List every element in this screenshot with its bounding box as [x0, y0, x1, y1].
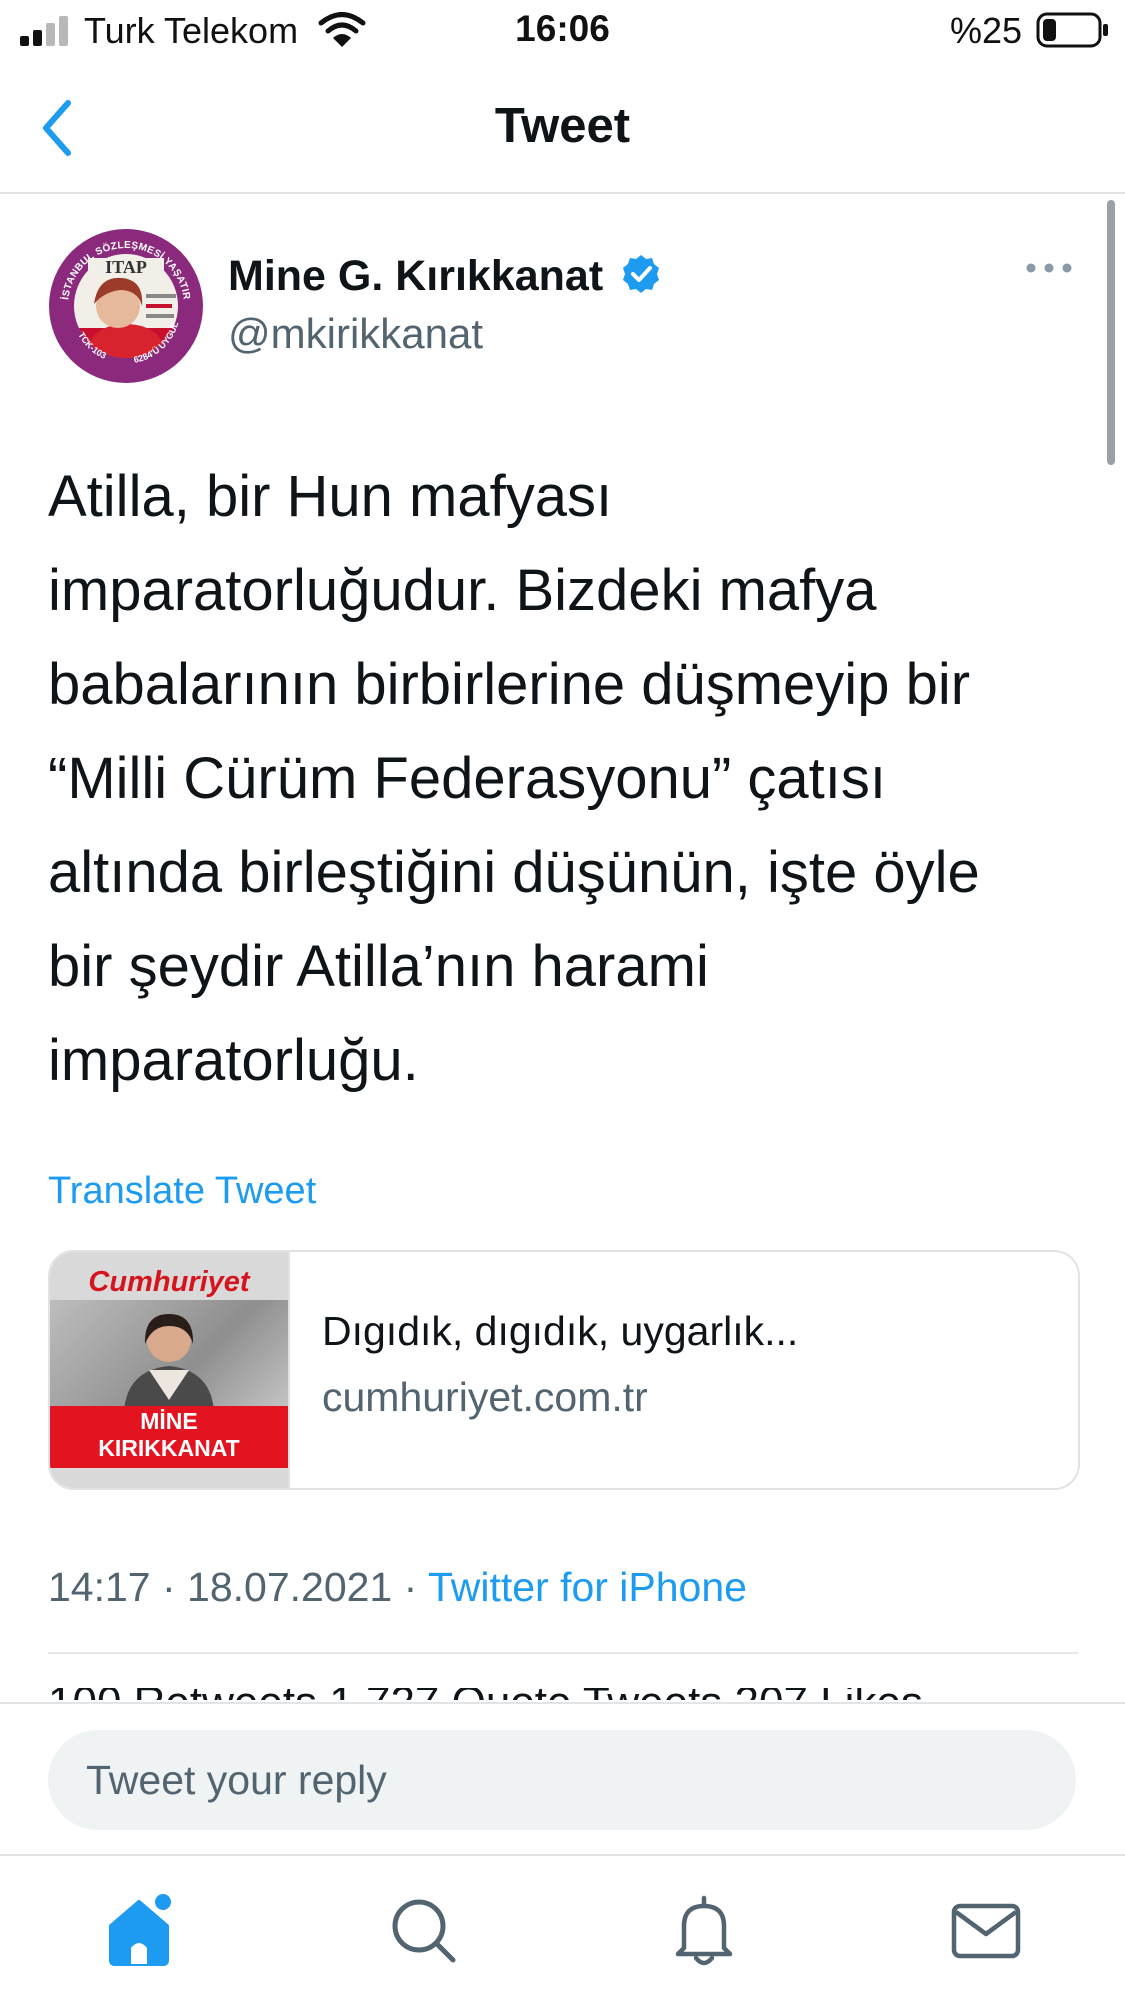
more-options-icon[interactable]	[1025, 258, 1073, 278]
thumbnail-caption-line1: MİNE	[140, 1408, 198, 1434]
author-name[interactable]: Mine G. Kırıkkanat	[228, 252, 661, 301]
battery-icon	[1036, 12, 1108, 48]
tweet-source-link[interactable]: Twitter for iPhone	[428, 1564, 747, 1610]
messages-icon[interactable]	[946, 1890, 1026, 1970]
link-preview-card[interactable]: Cumhuriyet MİNE KIRIKKANAT Dıgıdık, dıgı…	[48, 1250, 1080, 1490]
scrollbar[interactable]	[1107, 200, 1115, 465]
thumbnail-portrait	[124, 1314, 214, 1410]
divider	[48, 1652, 1078, 1654]
translate-tweet-link[interactable]: Translate Tweet	[48, 1170, 316, 1213]
author-name-text: Mine G. Kırıkkanat	[228, 252, 604, 300]
battery-percentage: %25	[950, 10, 1023, 51]
page-title: Tweet	[494, 99, 631, 153]
thumbnail-caption-line2: KIRIKKANAT	[98, 1435, 240, 1461]
link-card-thumbnail: Cumhuriyet MİNE KIRIKKANAT	[50, 1252, 290, 1488]
link-card-domain: cumhuriyet.com.tr	[322, 1374, 648, 1420]
status-bar: Turk Telekom 16:06 %25	[0, 0, 1125, 62]
timestamp-text: 14:17 · 18.07.2021 ·	[48, 1564, 428, 1610]
search-icon[interactable]	[383, 1890, 463, 1970]
tab-bar	[0, 1854, 1125, 2003]
home-icon[interactable]	[101, 1890, 181, 1970]
avatar[interactable]: İSTANBUL SÖZLEŞMESİ YAŞATIR TCK-103 6284…	[45, 220, 204, 384]
notifications-icon[interactable]	[664, 1890, 744, 1970]
reply-bar	[0, 1702, 1125, 1856]
engagement-stats[interactable]: 100 Retweets 1,727 Quote Tweets 207 Like…	[48, 1688, 1078, 1700]
link-card-title: Dıgıdık, dıgıdık, uygarlık...	[322, 1308, 799, 1354]
author-handle[interactable]: @mkirikkanat	[228, 310, 483, 358]
tweet-text: Atilla, bir Hun mafyası imparatorluğudur…	[48, 464, 980, 1093]
navigation-bar: Tweet	[0, 62, 1125, 194]
svg-text:ITAP: ITAP	[105, 257, 147, 277]
thumbnail-brand: Cumhuriyet	[88, 1266, 250, 1298]
engagement-stats-text: 100 Retweets 1,727 Quote Tweets 207 Like…	[48, 1688, 923, 1700]
verified-badge-icon	[623, 255, 660, 293]
thumbnail-caption: MİNE KIRIKKANAT	[50, 1408, 288, 1462]
tweet-timestamp: 14:17 · 18.07.2021 · Twitter for iPhone	[48, 1564, 747, 1611]
reply-input[interactable]	[48, 1730, 1076, 1830]
